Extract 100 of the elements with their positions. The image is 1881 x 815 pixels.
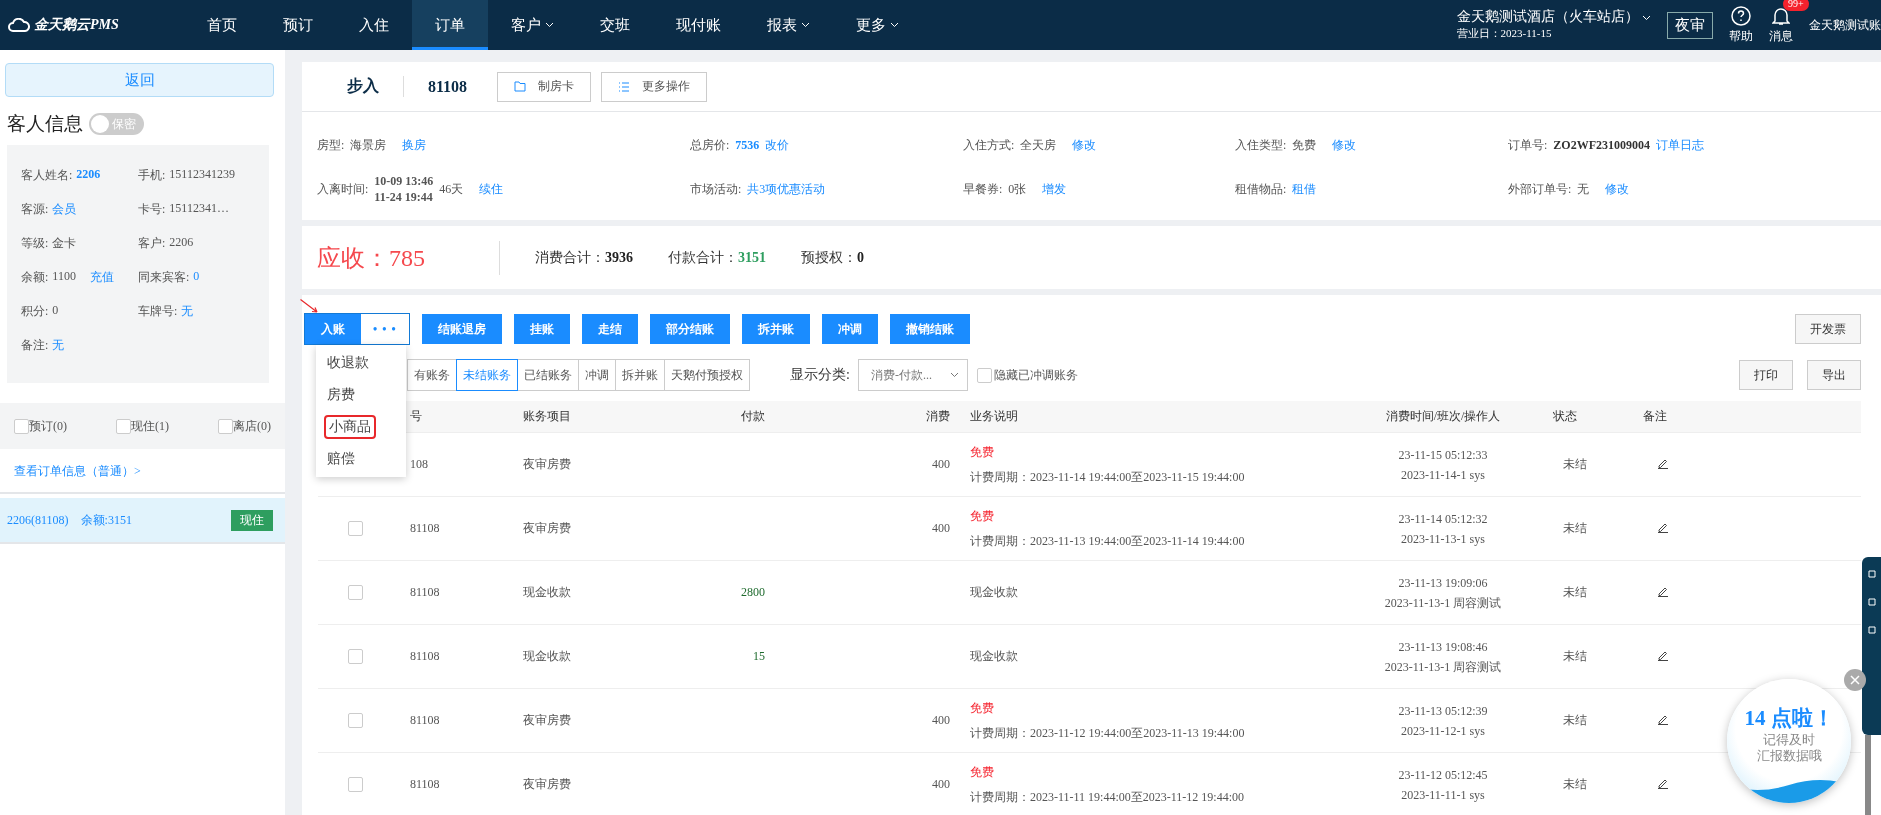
field-value: 0 [52, 303, 59, 319]
row-checkbox[interactable] [348, 713, 363, 728]
action-button[interactable]: 挂账 [513, 314, 570, 344]
nav-tab[interactable]: 订单 [412, 0, 488, 50]
menu-item[interactable]: 赔偿 [316, 443, 406, 475]
field-label: 外部订单号: [1508, 180, 1572, 198]
free-tag: 免费 [970, 699, 1333, 717]
room-list-item[interactable]: 2206(81108) 余额:3151 现住 [0, 498, 285, 544]
nav-tab[interactable]: 入住 [336, 0, 412, 50]
filter-tab[interactable]: 有账务 [407, 359, 457, 391]
link[interactable]: 增发 [1042, 180, 1067, 198]
category-select[interactable]: 消费-付款... [857, 359, 968, 391]
table-cell-text: 现金收款 [523, 584, 572, 601]
field-label: 车牌号: [138, 303, 178, 320]
nav-tab[interactable]: 报表 [744, 0, 833, 50]
help-icon[interactable] [1731, 5, 1751, 26]
row-checkbox[interactable] [348, 649, 363, 664]
back-button[interactable]: 返回 [5, 63, 274, 97]
link[interactable]: 订单日志 [1656, 136, 1704, 154]
checkbox-label[interactable]: 现住(1) [131, 417, 169, 435]
link[interactable]: 换房 [402, 136, 427, 154]
nav-tab[interactable]: 现付账 [653, 0, 744, 50]
checkbox-label[interactable]: 预订(0) [29, 417, 67, 435]
checkbox[interactable] [116, 418, 131, 434]
table-cell-text: 400 [931, 521, 951, 536]
amount-due: 应收：785 [317, 240, 500, 275]
hotel-name[interactable]: 金天鹅测试酒店（火车站店） [1456, 8, 1651, 25]
field-value: 免费 [1292, 136, 1317, 154]
action-button[interactable]: 结账退房 [421, 314, 502, 344]
total-figure: 消费合计：3936 [535, 248, 633, 267]
invoice-button[interactable]: 开发票 [1795, 314, 1861, 344]
order-info-link[interactable]: 查看订单信息（普通）> [0, 449, 285, 494]
link[interactable]: 修改 [1332, 136, 1357, 154]
link[interactable]: 2206 [76, 167, 101, 184]
link[interactable]: 会员 [52, 201, 77, 218]
action-button[interactable]: 走结 [581, 314, 638, 344]
filter-tab[interactable]: 冲调 [578, 359, 616, 391]
action-button[interactable]: 冲调 [821, 314, 878, 344]
field-value: ZO2WF231009004 [1553, 137, 1650, 153]
link[interactable]: 改价 [765, 136, 790, 154]
dock-icon[interactable] [1866, 597, 1877, 607]
link[interactable]: 租借 [1292, 180, 1317, 198]
link[interactable]: 0 [193, 269, 200, 286]
filter-tab[interactable]: 拆并账 [615, 359, 665, 391]
nav-tab[interactable]: 预订 [260, 0, 336, 50]
link[interactable]: 无 [181, 303, 194, 320]
table-cell-text: 夜审房费 [523, 520, 572, 537]
filter-tab[interactable]: 天鹅付预授权 [664, 359, 750, 391]
link[interactable]: 修改 [1605, 180, 1630, 198]
menu-item[interactable]: 房费 [316, 379, 406, 411]
checkbox[interactable] [976, 367, 992, 383]
field-value: 15112341… [169, 201, 229, 217]
row-checkbox[interactable] [348, 777, 363, 792]
night-audit-button[interactable]: 夜审 [1667, 11, 1713, 39]
checkbox-label[interactable]: 离店(0) [233, 417, 271, 435]
free-tag: 免费 [970, 443, 1333, 461]
toolbar-button[interactable]: 打印 [1739, 360, 1793, 390]
table-cell-text: 未结 [1562, 520, 1588, 537]
toolbar-button[interactable]: 制房卡 [497, 71, 592, 102]
toolbar-button[interactable]: 导出 [1807, 360, 1861, 390]
dock-icon[interactable] [1866, 569, 1877, 579]
field-label: 客户: [138, 235, 166, 252]
field-label: 客源: [21, 201, 49, 218]
action-button[interactable]: 撤销结账 [889, 314, 970, 344]
link[interactable]: 充值 [89, 269, 114, 286]
menu-item[interactable]: 小商品 [316, 411, 406, 443]
help-label[interactable]: 帮助 [1729, 27, 1753, 45]
nav-tab[interactable]: 更多 [833, 0, 922, 50]
reminder-text: 汇报数据哦 [1756, 748, 1822, 764]
row-checkbox[interactable] [348, 585, 363, 600]
menu-item[interactable]: 收退款 [316, 347, 406, 379]
column-header: 付款 [740, 408, 766, 425]
dock-icon[interactable] [1866, 625, 1877, 635]
table-cell-text: 现金收款 [970, 584, 1019, 601]
link[interactable]: 修改 [1072, 136, 1097, 154]
bell-icon[interactable] [1772, 5, 1790, 26]
link[interactable]: 无 [52, 337, 65, 354]
nav-tab[interactable]: 首页 [184, 0, 260, 50]
post-charge-button[interactable]: 入账 [305, 314, 361, 344]
room-number: 81108 [427, 77, 469, 96]
nav-tab[interactable]: 交班 [577, 0, 653, 50]
link[interactable]: 7536 [735, 137, 760, 153]
action-button[interactable]: 部分结账 [649, 314, 730, 344]
messages-label[interactable]: 消息 [1769, 27, 1793, 45]
checkbox-label[interactable]: 隐藏已冲调账务 [993, 366, 1078, 384]
table-cell-text: 2800 [740, 585, 766, 600]
table-cell-text: 81108 [410, 585, 441, 600]
user-name[interactable]: 金天鹅测试账 [1809, 16, 1881, 34]
filter-tab[interactable]: 已结账务 [517, 359, 579, 391]
link[interactable]: 共3项优惠活动 [747, 180, 826, 198]
table-cell-text: 未结 [1562, 584, 1588, 601]
toolbar-button[interactable]: 更多操作 [601, 71, 708, 102]
row-checkbox[interactable] [348, 521, 363, 536]
nav-tab[interactable]: 客户 [488, 0, 577, 50]
checkbox[interactable] [218, 418, 233, 434]
link[interactable]: 续住 [479, 180, 504, 198]
filter-tab[interactable]: 未结账务 [456, 359, 518, 391]
action-button[interactable]: 拆并账 [741, 314, 810, 344]
checkbox[interactable] [14, 418, 29, 434]
field-label: 入住类型: [1235, 136, 1287, 154]
